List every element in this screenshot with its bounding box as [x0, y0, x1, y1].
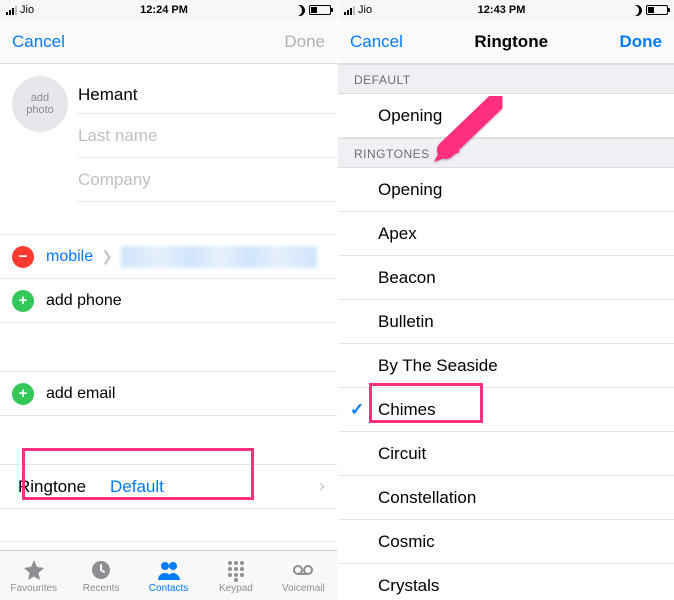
first-name-field[interactable]: Hemant: [78, 76, 337, 114]
tone-row[interactable]: Apex: [338, 212, 674, 256]
signal-icon: [6, 5, 17, 15]
tone-label: Constellation: [378, 488, 476, 508]
tone-label: Opening: [378, 180, 442, 200]
tone-row[interactable]: Crystals: [338, 564, 674, 600]
chevron-right-icon: ❯: [101, 248, 113, 265]
battery-icon: [309, 5, 331, 15]
tone-row[interactable]: By The Seaside: [338, 344, 674, 388]
tone-label: Crystals: [378, 576, 439, 596]
section-header-default: DEFAULT: [338, 64, 674, 94]
status-bar: Jio 12:24 PM: [0, 0, 337, 20]
texttone-row[interactable]: Text Tone Default: [0, 542, 337, 550]
tone-row[interactable]: Beacon: [338, 256, 674, 300]
clock-icon: [88, 558, 114, 582]
tone-label: Chimes: [378, 400, 436, 420]
cancel-button[interactable]: Cancel: [12, 32, 65, 52]
section-header-ringtones: RINGTONES: [338, 138, 674, 168]
voicemail-icon: [290, 558, 316, 582]
contacts-icon: [156, 558, 182, 582]
add-phone-label: add phone: [46, 292, 122, 310]
tone-label: Cosmic: [378, 532, 435, 552]
tab-contacts[interactable]: Contacts: [135, 551, 202, 600]
add-phone-row[interactable]: + add phone: [0, 279, 337, 323]
tone-row[interactable]: Circuit: [338, 432, 674, 476]
star-icon: [21, 558, 47, 582]
contact-edit-screen: Jio 12:24 PM Cancel Done add photo Heman…: [0, 0, 337, 600]
tab-favourites[interactable]: Favourites: [0, 551, 67, 600]
tone-row-default[interactable]: Opening: [338, 94, 674, 138]
tone-label: Apex: [378, 224, 417, 244]
tone-label: Bulletin: [378, 312, 434, 332]
tab-keypad[interactable]: Keypad: [202, 551, 269, 600]
done-button[interactable]: Done: [619, 32, 662, 52]
nav-bar: Cancel Done: [0, 20, 337, 64]
signal-icon: [344, 5, 355, 15]
phone-type-label[interactable]: mobile: [46, 248, 93, 266]
battery-icon: [646, 5, 668, 15]
ringtone-key: Ringtone: [18, 477, 110, 497]
remove-icon[interactable]: −: [12, 246, 34, 268]
done-button[interactable]: Done: [284, 32, 325, 52]
tone-row[interactable]: Opening: [338, 168, 674, 212]
dnd-icon: [631, 5, 642, 16]
ringtone-value: Default: [110, 477, 319, 497]
keypad-icon: [223, 558, 249, 582]
phone-number-row[interactable]: − mobile ❯: [0, 235, 337, 279]
tone-row[interactable]: Constellation: [338, 476, 674, 520]
ringtone-picker-screen: Jio 12:43 PM Cancel Ringtone Done DEFAUL…: [337, 0, 674, 600]
tone-label: Beacon: [378, 268, 436, 288]
nav-bar: Cancel Ringtone Done: [338, 20, 674, 64]
tone-row[interactable]: Cosmic: [338, 520, 674, 564]
phone-value-blurred[interactable]: [121, 246, 317, 268]
last-name-field[interactable]: Last name: [78, 114, 337, 158]
add-email-row[interactable]: + add email: [0, 372, 337, 416]
add-email-label: add email: [46, 385, 115, 403]
clock: 12:24 PM: [34, 4, 294, 16]
company-field[interactable]: Company: [78, 158, 337, 202]
tab-recents[interactable]: Recents: [67, 551, 134, 600]
tone-label: Circuit: [378, 444, 426, 464]
tone-row[interactable]: Bulletin: [338, 300, 674, 344]
tone-row[interactable]: ✓ Chimes: [338, 388, 674, 432]
dnd-icon: [294, 5, 305, 16]
carrier-label: Jio: [358, 4, 372, 16]
carrier-label: Jio: [20, 4, 34, 16]
clock: 12:43 PM: [372, 4, 631, 16]
tab-bar: Favourites Recents Contacts Keypad Voice…: [0, 550, 337, 600]
tab-voicemail[interactable]: Voicemail: [270, 551, 337, 600]
add-icon: +: [12, 383, 34, 405]
ringtone-row[interactable]: Ringtone Default ›: [0, 465, 337, 509]
nav-title: Ringtone: [474, 32, 548, 52]
chevron-right-icon: ›: [319, 476, 325, 497]
status-bar: Jio 12:43 PM: [338, 0, 674, 20]
add-photo-button[interactable]: add photo: [12, 76, 68, 132]
cancel-button[interactable]: Cancel: [350, 32, 403, 52]
checkmark-icon: ✓: [350, 400, 364, 420]
tone-label: By The Seaside: [378, 356, 498, 376]
add-icon: +: [12, 290, 34, 312]
